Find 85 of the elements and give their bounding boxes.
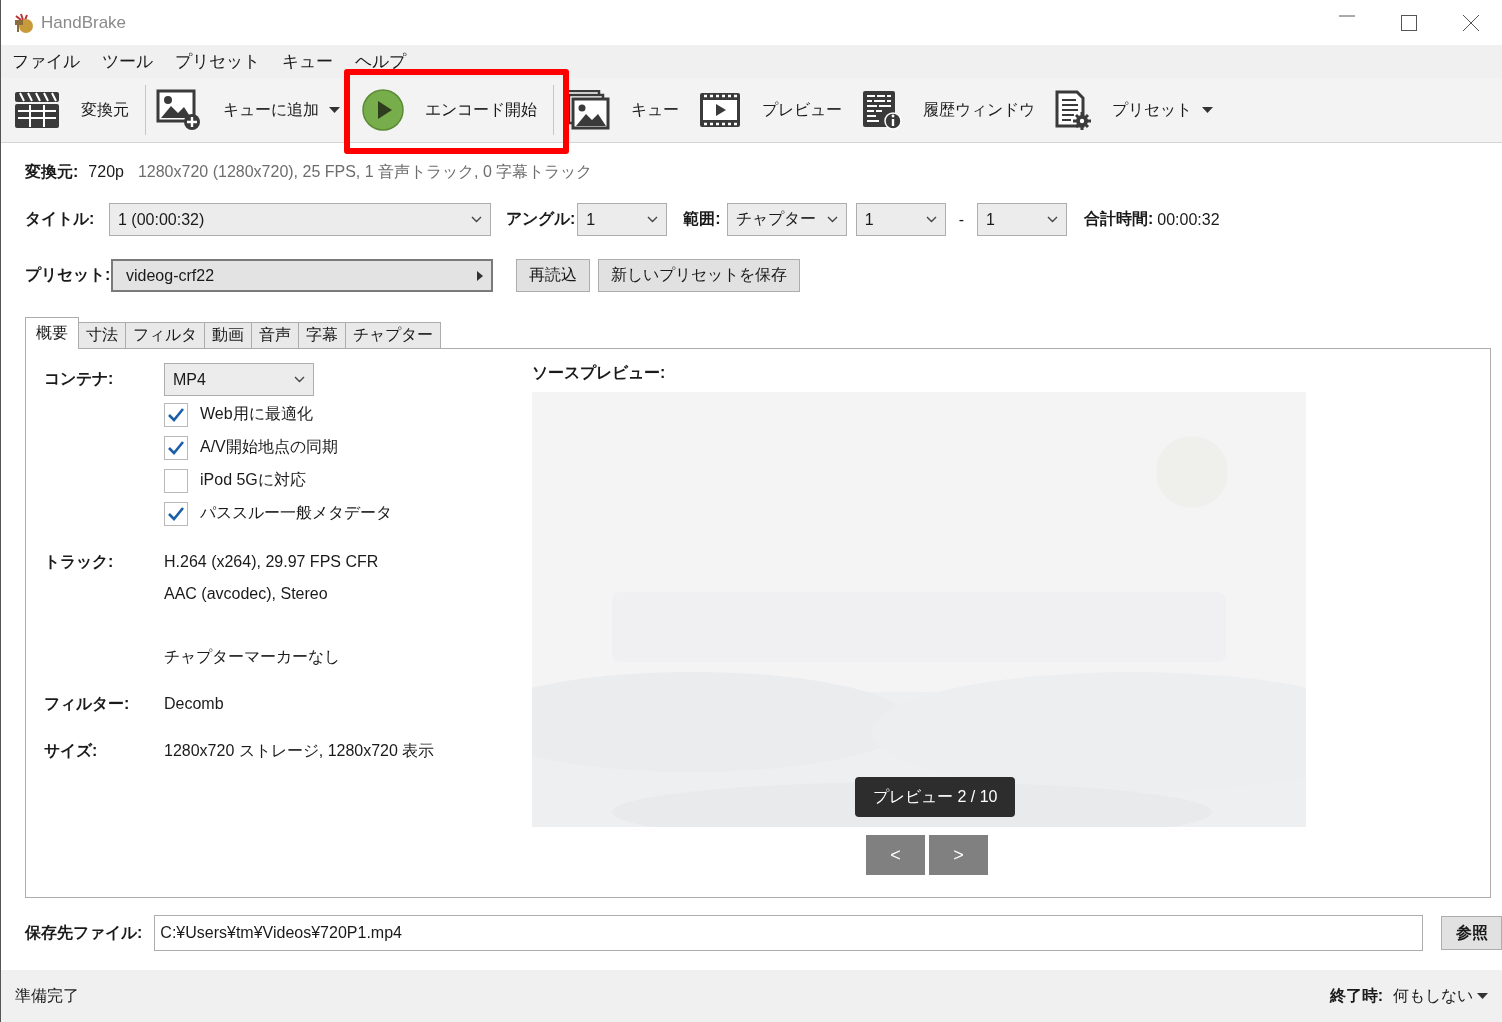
toolbar-button[interactable]: エンコード開始 xyxy=(362,82,557,138)
dropdown[interactable]: MP4 xyxy=(164,363,314,396)
status-text: 準備完了 xyxy=(15,985,79,1006)
chevron-icon xyxy=(1047,216,1058,223)
duration-value: 00:00:32 xyxy=(1157,210,1220,229)
field-label: 範囲: xyxy=(683,209,721,229)
dropdown[interactable]: 1 xyxy=(855,203,946,236)
checkbox-label: iPod 5Gに対応 xyxy=(200,470,306,490)
toolbar-button[interactable]: キューに追加 xyxy=(156,82,339,138)
dropdown[interactable]: 1 xyxy=(977,203,1067,236)
when-done-selector[interactable]: 何もしない xyxy=(1393,985,1488,1007)
source-label: 変換元: xyxy=(25,161,79,182)
field-label: 終了時: xyxy=(1329,985,1383,1006)
checkbox[interactable] xyxy=(164,402,188,427)
field-label: アングル: xyxy=(506,209,576,229)
menu-item[interactable]: ツール xyxy=(102,50,153,73)
source-name: 720p xyxy=(88,163,124,181)
toolbar-button[interactable]: 変換元 xyxy=(14,82,149,138)
chevron-icon xyxy=(925,216,937,223)
menu-item[interactable]: キュー xyxy=(282,50,333,73)
tab[interactable]: チャプター xyxy=(345,322,441,348)
close-icon[interactable] xyxy=(1463,14,1479,31)
checkbox-label: Web用に最適化 xyxy=(200,404,313,424)
caret-icon[interactable] xyxy=(329,107,340,113)
file-path-field[interactable]: C:¥Users¥tm¥Videos¥720P1.mp4 xyxy=(154,915,1424,951)
document-settings-icon xyxy=(1055,90,1091,130)
preview-counter: プレビュー 2 / 10 xyxy=(855,777,1016,817)
preset-selector[interactable]: videog-crf22 xyxy=(111,259,493,292)
app-logo-icon xyxy=(13,11,35,34)
menu-item[interactable]: ヘルプ xyxy=(355,50,406,73)
dropdown[interactable]: 1 (00:00:32) xyxy=(109,203,491,236)
tab[interactable]: 概要 xyxy=(25,317,79,349)
summary-label: フィルター: xyxy=(44,694,131,714)
checkbox[interactable] xyxy=(164,468,188,493)
chevron-icon xyxy=(826,216,838,223)
summary-value: 1280x720 ストレージ, 1280x720 表示 xyxy=(164,741,435,761)
menu-item[interactable]: プリセット xyxy=(175,50,260,73)
range-separator: - xyxy=(958,210,964,229)
previous-button[interactable]: < xyxy=(866,835,925,875)
caret-icon[interactable] xyxy=(1202,107,1213,113)
checkbox[interactable] xyxy=(164,501,188,526)
window-title: HandBrake xyxy=(41,12,127,33)
preview-label: ソースプレビュー: xyxy=(532,363,667,383)
tab[interactable]: 字幕 xyxy=(298,322,346,348)
toolbar-button[interactable]: プレビュー xyxy=(699,82,862,138)
source-info: 1280x720 (1280x720), 25 FPS, 1 音声トラック, 0 字幕トラック xyxy=(137,161,593,182)
next-button[interactable]: > xyxy=(929,835,988,875)
chevron-icon xyxy=(647,216,659,223)
tab[interactable]: 音声 xyxy=(251,322,299,348)
tab[interactable]: 寸法 xyxy=(78,322,126,348)
film-icon xyxy=(699,92,741,128)
play-icon xyxy=(362,89,404,131)
field-label: コンテナ: xyxy=(44,369,115,389)
clapperboard-icon xyxy=(14,91,60,129)
field-label: プリセット: xyxy=(25,265,111,285)
summary-label: トラック: xyxy=(44,552,115,572)
field-label: タイトル: xyxy=(25,209,96,229)
chevron-icon xyxy=(471,216,482,223)
checkbox[interactable] xyxy=(164,435,188,460)
arrow-icon xyxy=(477,270,483,281)
tab[interactable]: 動画 xyxy=(204,322,252,348)
log-info-icon xyxy=(862,90,902,130)
button[interactable]: 新しいプリセットを保存 xyxy=(598,259,800,292)
checkbox-label: パススルー一般メタデータ xyxy=(200,503,392,523)
summary-value: Decomb xyxy=(164,694,224,714)
summary-value: H.264 (x264), 29.97 FPS CFR xyxy=(164,552,379,572)
toolbar-button[interactable]: 履歴ウィンドウ xyxy=(862,82,1055,138)
field-label: 合計時間: xyxy=(1084,209,1154,229)
chevron-icon xyxy=(294,376,305,383)
toolbar-button[interactable]: キュー xyxy=(564,82,699,138)
maximize-icon[interactable] xyxy=(1401,14,1417,31)
caret-icon xyxy=(1477,993,1488,999)
summary-value: AAC (avcodec), Stereo xyxy=(164,584,329,604)
field-label: 保存先ファイル: xyxy=(25,922,143,943)
browse-button[interactable]: 参照 xyxy=(1441,916,1502,950)
summary-value: チャプターマーカーなし xyxy=(164,647,340,667)
dropdown[interactable]: 1 xyxy=(577,203,668,236)
tab[interactable]: フィルタ xyxy=(125,322,205,348)
image-add-icon xyxy=(156,89,202,131)
dropdown[interactable]: チャプター xyxy=(726,203,847,236)
summary-label: サイズ: xyxy=(44,741,99,761)
menu-item[interactable]: ファイル xyxy=(12,50,80,73)
button[interactable]: 再読込 xyxy=(516,259,590,292)
checkbox-label: A/V開始地点の同期 xyxy=(200,437,338,457)
toolbar-button[interactable]: プリセット xyxy=(1055,82,1212,138)
